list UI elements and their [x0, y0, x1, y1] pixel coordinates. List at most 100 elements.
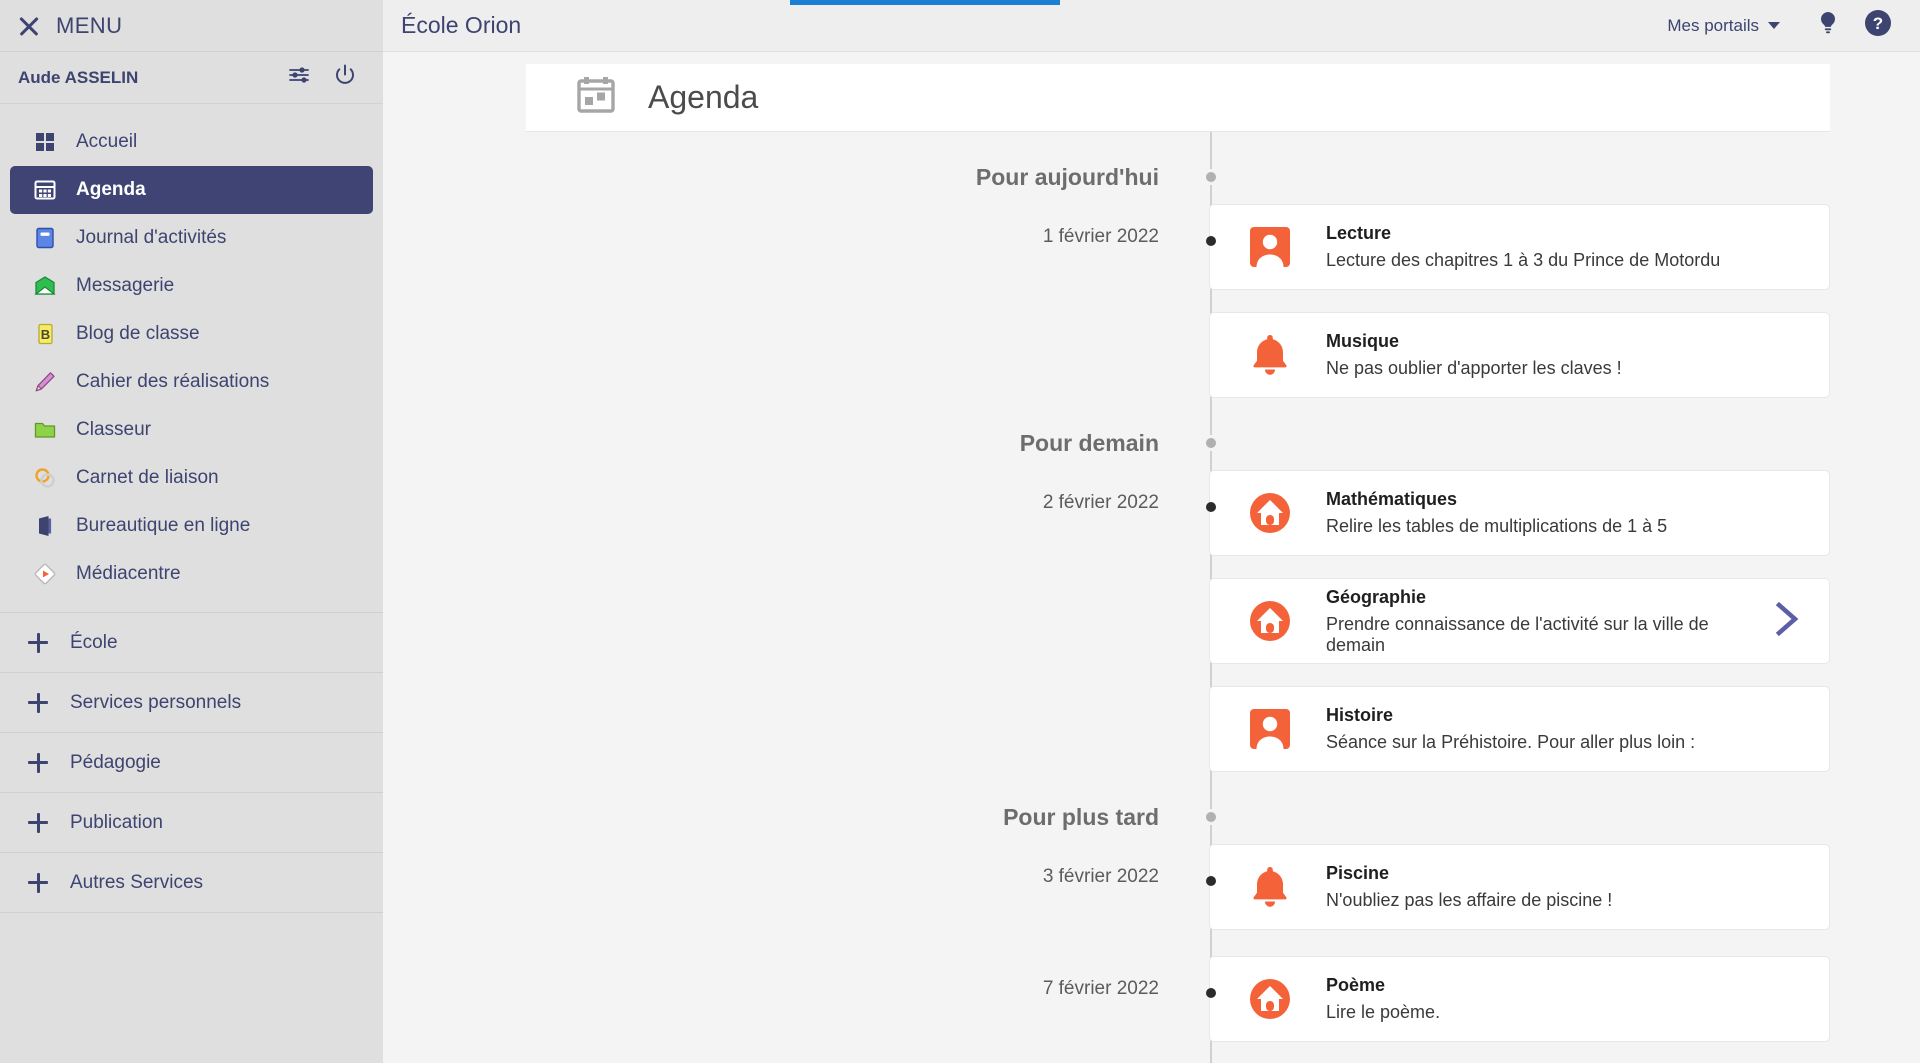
page-header-card: Agenda: [526, 64, 1830, 132]
sidebar-item-cahier-des-realisations[interactable]: Cahier des réalisations: [10, 358, 373, 406]
timeline-date-dot: [1206, 236, 1216, 246]
event-title: Mathématiques: [1326, 489, 1458, 509]
timeline-section-dot: [1203, 435, 1219, 451]
house-circle-icon: [1242, 490, 1298, 536]
bell-icon: [1242, 332, 1298, 378]
calendar-page-icon: [574, 73, 618, 122]
sliders-icon[interactable]: [287, 63, 311, 92]
event-text: Poème Lire le poème.: [1326, 975, 1803, 1023]
event-description: N'oubliez pas les affaire de piscine !: [1326, 890, 1613, 910]
timeline-date: 7 février 2022: [1042, 978, 1159, 999]
timeline-section-header: Pour plus tard: [383, 794, 1920, 840]
sidebar-group-label: Publication: [70, 811, 163, 833]
timeline-date: 2 février 2022: [1042, 492, 1159, 513]
house-circle-icon: [1242, 598, 1298, 644]
pencil-icon: [32, 369, 58, 395]
timeline-date: 1 février 2022: [1042, 226, 1159, 247]
agenda-timeline: Pour aujourd'hui 1 février 2022 Lecture …: [383, 132, 1920, 1063]
timeline-section-dot: [1203, 809, 1219, 825]
sidebar-item-bureautique-en-ligne[interactable]: Bureautique en ligne: [10, 502, 373, 550]
menu-toggle-bar[interactable]: MENU: [0, 0, 383, 52]
sidebar-item-blog-de-classe[interactable]: B Blog de classe: [10, 310, 373, 358]
event-text: Lecture Lecture des chapitres 1 à 3 du P…: [1326, 223, 1803, 271]
sidebar-item-agenda[interactable]: Agenda: [10, 166, 373, 214]
sidebar-item-messagerie[interactable]: Messagerie: [10, 262, 373, 310]
agenda-event-geographie[interactable]: Géographie Prendre connaissance de l'act…: [1209, 578, 1830, 664]
plus-icon: [28, 632, 48, 653]
sidebar-group-publication[interactable]: Publication: [0, 793, 383, 853]
power-icon[interactable]: [333, 63, 357, 92]
event-description: Prendre connaissance de l'activité sur l…: [1326, 613, 1709, 655]
event-card-list: Mathématiques Relire les tables de multi…: [1209, 470, 1920, 794]
sidebar-group-ecole[interactable]: École: [0, 613, 383, 673]
close-icon[interactable]: [18, 15, 40, 37]
timeline-date: 3 février 2022: [1042, 866, 1159, 887]
event-title: Piscine: [1326, 863, 1390, 883]
sidebar-item-label: Cahier des réalisations: [76, 371, 270, 392]
event-text: Musique Ne pas oublier d'apporter les cl…: [1326, 331, 1803, 379]
chevron-right-icon[interactable]: [1769, 597, 1803, 646]
folder-icon: [32, 417, 58, 443]
event-text: Mathématiques Relire les tables de multi…: [1326, 489, 1803, 537]
event-description: Lire le poème.: [1326, 1002, 1441, 1022]
sidebar-item-accueil[interactable]: Accueil: [10, 118, 373, 166]
event-text: Piscine N'oubliez pas les affaire de pis…: [1326, 863, 1803, 911]
agenda-event-lecture[interactable]: Lecture Lecture des chapitres 1 à 3 du P…: [1209, 204, 1830, 290]
event-title: Géographie: [1326, 586, 1427, 607]
agenda-event-musique[interactable]: Musique Ne pas oublier d'apporter les cl…: [1209, 312, 1830, 398]
event-card-list: Poème Lire le poème.: [1209, 956, 1920, 1063]
user-name: Aude ASSELIN: [18, 67, 139, 87]
sidebar-item-label: Carnet de liaison: [76, 467, 219, 488]
event-description: Relire les tables de multiplications de …: [1326, 516, 1668, 536]
agenda-event-mathematiques[interactable]: Mathématiques Relire les tables de multi…: [1209, 470, 1830, 556]
svg-text:B: B: [41, 327, 50, 342]
svg-text:?: ?: [1873, 14, 1883, 33]
sidebar-group-autres-services[interactable]: Autres Services: [0, 853, 383, 913]
plus-icon: [28, 872, 48, 893]
section-label: Pour plus tard: [1003, 803, 1159, 830]
agenda-event-histoire[interactable]: Histoire Séance sur la Préhistoire. Pour…: [1209, 686, 1830, 772]
timeline-date-group: 3 février 2022 Piscine N'oubliez pas les…: [383, 844, 1920, 952]
sidebar-item-carnet-de-liaison[interactable]: Carnet de liaison: [10, 454, 373, 502]
event-description: Ne pas oublier d'apporter les claves !: [1326, 358, 1622, 378]
sidebar-group-services-personnels[interactable]: Services personnels: [0, 673, 383, 733]
header-icons: ?: [1816, 9, 1892, 42]
sidebar-group-label: Pédagogie: [70, 751, 161, 773]
main-area: École Orion Mes portails ? Agenda Pour a…: [383, 0, 1920, 1063]
plus-icon: [28, 812, 48, 833]
agenda-event-poeme[interactable]: Poème Lire le poème.: [1209, 956, 1830, 1042]
event-description: Lecture des chapitres 1 à 3 du Prince de…: [1326, 250, 1721, 270]
timeline-date-group: 7 février 2022 Poème Lire le poème.: [383, 956, 1920, 1063]
person-square-icon: [1242, 224, 1298, 270]
event-description: Séance sur la Préhistoire. Pour aller pl…: [1326, 732, 1696, 752]
sidebar-group-label: Autres Services: [70, 871, 204, 893]
plus-icon: [28, 692, 48, 713]
sidebar-group-pedagogie[interactable]: Pédagogie: [0, 733, 383, 793]
grid-icon: [32, 129, 58, 155]
office-icon: [32, 513, 58, 539]
sidebar-item-label: Messagerie: [76, 275, 175, 296]
app-root: MENU Aude ASSELIN Accueil Agenda Journal…: [0, 0, 1920, 1063]
event-title: Histoire: [1326, 705, 1394, 725]
agenda-event-piscine[interactable]: Piscine N'oubliez pas les affaire de pis…: [1209, 844, 1830, 930]
sidebar-item-label: Bureautique en ligne: [76, 515, 251, 536]
portals-label: Mes portails: [1667, 15, 1759, 35]
page-content: Agenda Pour aujourd'hui 1 février 2022 L…: [383, 52, 1920, 1063]
timeline-section-header: Pour aujourd'hui: [383, 154, 1920, 200]
event-card-list: Lecture Lecture des chapitres 1 à 3 du P…: [1209, 204, 1920, 420]
timeline-date-dot: [1206, 502, 1216, 512]
timeline-section-header: Pour demain: [383, 420, 1920, 466]
timeline-date-group: 2 février 2022 Mathématiques Relire les …: [383, 470, 1920, 794]
chevron-down-icon: [1768, 22, 1780, 29]
media-play-icon: [32, 561, 58, 587]
help-circle-icon[interactable]: ?: [1864, 9, 1892, 42]
sidebar-item-mediacentre[interactable]: Médiacentre: [10, 550, 373, 598]
lightbulb-icon[interactable]: [1816, 10, 1840, 41]
sidebar-item-journal-activites[interactable]: Journal d'activités: [10, 214, 373, 262]
sidebar-nav: Accueil Agenda Journal d'activités Messa…: [0, 104, 383, 598]
user-actions: [287, 63, 357, 92]
sidebar-item-classeur[interactable]: Classeur: [10, 406, 373, 454]
sidebar-item-label: Classeur: [76, 419, 151, 440]
sidebar-group-label: École: [70, 631, 118, 653]
portals-dropdown[interactable]: Mes portails: [1667, 16, 1780, 36]
